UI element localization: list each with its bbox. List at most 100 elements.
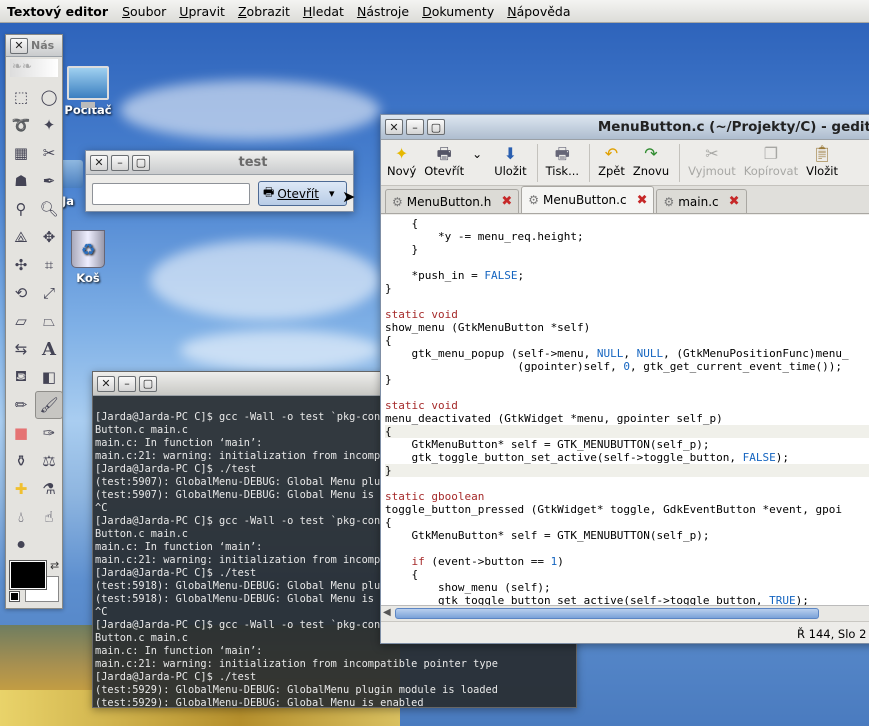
crop-icon[interactable]: ⌗ <box>35 251 63 279</box>
paintbrush-icon[interactable]: 🖌︎ <box>35 391 63 419</box>
menu-upravit[interactable]: Upravit <box>179 4 225 19</box>
flip-icon[interactable]: ⇆ <box>7 335 35 363</box>
ink-icon[interactable]: ⚱ <box>7 447 35 475</box>
app-name[interactable]: Textový editor <box>7 4 108 19</box>
scroll-left-icon[interactable]: ◀ <box>383 607 391 618</box>
color-select-icon[interactable]: ▦ <box>7 139 35 167</box>
smudge-icon[interactable]: 💧︎ <box>7 503 35 531</box>
clone-icon[interactable]: ⚖ <box>35 447 63 475</box>
copy-button[interactable]: ❐ Kopírovat <box>744 144 798 178</box>
toolbar-separator <box>589 144 591 182</box>
menu-nastroje[interactable]: Nástroje <box>357 4 409 19</box>
tab-menubutton-c[interactable]: ⚙ MenuButton.c ✖ <box>521 186 655 213</box>
foreground-select-icon[interactable]: ☗ <box>7 167 35 195</box>
color-picker-icon[interactable]: ⚲ <box>7 195 35 223</box>
perspective-icon[interactable]: ⏢ <box>35 307 63 335</box>
tab-menubutton-h[interactable]: ⚙ MenuButton.h ✖ <box>385 189 520 213</box>
scissors-icon[interactable]: ✂ <box>35 139 63 167</box>
measure-icon[interactable]: ⟁ <box>7 223 35 251</box>
chevron-down-icon: ⌄ <box>472 147 483 161</box>
code-line: static void <box>385 308 458 321</box>
eraser-icon[interactable]: ■ <box>7 419 35 447</box>
code-line: } <box>385 373 392 386</box>
tab-label: MenuButton.h <box>406 194 492 209</box>
menu-zobrazit[interactable]: Zobrazit <box>238 4 290 19</box>
scissors-icon: ✂ <box>705 144 719 163</box>
code-line: static gboolean <box>385 490 485 503</box>
maximize-button[interactable]: ▢ <box>427 119 445 135</box>
foreground-color-swatch[interactable] <box>9 560 47 590</box>
test-titlebar[interactable]: ✕ – ▢ test <box>86 151 353 175</box>
print-label: Tisk... <box>545 164 580 178</box>
terminal-line: (test:5929): GlobalMenu-DEBUG: GlobalMen… <box>95 684 498 696</box>
open-dropdown-button[interactable]: ⌄ <box>472 144 482 164</box>
redo-button[interactable]: ↷ Znovu <box>633 144 669 178</box>
copy-icon: ❐ <box>763 144 779 163</box>
text-icon[interactable]: A <box>35 335 63 363</box>
close-button[interactable]: ✕ <box>385 119 403 135</box>
code-line: ​ <box>385 295 869 308</box>
close-button[interactable]: ✕ <box>90 154 108 171</box>
close-tab-icon[interactable]: ✖ <box>637 193 648 208</box>
toolbox-titlebar[interactable]: ✕ Nás <box>6 35 62 57</box>
print-button[interactable]: 🖶︎ Tisk... <box>546 144 579 178</box>
menu-dokumenty[interactable]: Dokumenty <box>422 4 494 19</box>
heal-icon[interactable]: ✚ <box>7 475 35 503</box>
scale-icon[interactable]: ⤢ <box>35 279 63 307</box>
bucket-fill-icon[interactable]: ⛾ <box>7 363 35 391</box>
minimize-button[interactable]: – <box>111 154 129 171</box>
undo-button[interactable]: ↶ Zpět <box>598 144 625 178</box>
default-colors-icon[interactable] <box>9 591 20 602</box>
maximize-button[interactable]: ▢ <box>139 375 157 392</box>
open-menu-button[interactable]: 🖶︎ Otevřít ▾ <box>258 181 347 206</box>
test-text-input[interactable] <box>92 182 250 205</box>
pencil-icon[interactable]: ✏ <box>7 391 35 419</box>
menu-napoveda[interactable]: Nápověda <box>507 4 570 19</box>
zoom-icon[interactable]: 🔍︎ <box>35 195 63 223</box>
menu-soubor[interactable]: Soubor <box>122 4 166 19</box>
desktop-icon-computer[interactable]: Počítač <box>58 66 118 117</box>
horizontal-scrollbar[interactable]: ◀ <box>381 605 869 621</box>
printer-icon: 🖶︎ <box>554 144 570 163</box>
lasso-icon[interactable]: ➰ <box>7 111 35 139</box>
code-editor[interactable]: { *y -= menu_req.height; }​ *push_in = F… <box>381 215 869 605</box>
blend-icon[interactable]: ◧ <box>35 363 63 391</box>
swap-colors-icon[interactable]: ⇄ <box>50 559 59 572</box>
maximize-button[interactable]: ▢ <box>132 154 150 171</box>
code-line: if (event->button == 1) <box>411 555 564 568</box>
scrollbar-thumb[interactable] <box>395 608 819 619</box>
paste-button[interactable]: 📋︎ Vložit <box>806 144 838 178</box>
close-tab-icon[interactable]: ✖ <box>729 194 740 209</box>
gedit-titlebar[interactable]: ✕ – ▢ MenuButton.c (~/Projekty/C) - gedi… <box>381 115 869 140</box>
code-line: gtk_menu_popup (self->menu, NULL, NULL, … <box>385 347 849 360</box>
paths-icon[interactable]: ✒ <box>35 167 63 195</box>
menu-hledat[interactable]: Hledat <box>303 4 344 19</box>
close-tab-icon[interactable]: ✖ <box>501 194 512 209</box>
document-icon: ⚙ <box>392 194 403 209</box>
minimize-button[interactable]: – <box>118 375 136 392</box>
cut-button[interactable]: ✂ Vyjmout <box>688 144 736 178</box>
rect-select-icon[interactable]: ⬚ <box>7 83 35 111</box>
minimize-button[interactable]: – <box>406 119 424 135</box>
mouse-cursor-icon: ➤ <box>342 187 356 206</box>
magic-wand-icon[interactable]: ✦ <box>35 111 63 139</box>
code-line: { <box>385 334 392 347</box>
perspective-clone-icon[interactable]: ⚗ <box>35 475 63 503</box>
tab-main-c[interactable]: ⚙ main.c ✖ <box>656 189 747 213</box>
close-button[interactable]: ✕ <box>10 37 28 54</box>
dodge-icon[interactable]: ⚫ <box>7 531 35 559</box>
align-icon[interactable]: ✣ <box>7 251 35 279</box>
desktop-icon-trash[interactable]: ♻ Koš <box>58 230 118 285</box>
shear-icon[interactable]: ▱ <box>7 307 35 335</box>
open-button[interactable]: 🖶︎ Otevřít <box>424 144 464 178</box>
close-button[interactable]: ✕ <box>97 375 115 392</box>
code-line: } <box>385 243 419 256</box>
save-button[interactable]: ⬇ Uložit <box>494 144 526 178</box>
rotate-icon[interactable]: ⟲ <box>7 279 35 307</box>
blur-icon[interactable]: ☝ <box>35 503 63 531</box>
move-icon[interactable]: ✥ <box>35 223 63 251</box>
ellipse-select-icon[interactable]: ◯ <box>35 83 63 111</box>
paste-icon: 📋︎ <box>811 144 833 163</box>
new-button[interactable]: ✦ Nový <box>387 144 416 178</box>
airbrush-icon[interactable]: ✑ <box>35 419 63 447</box>
